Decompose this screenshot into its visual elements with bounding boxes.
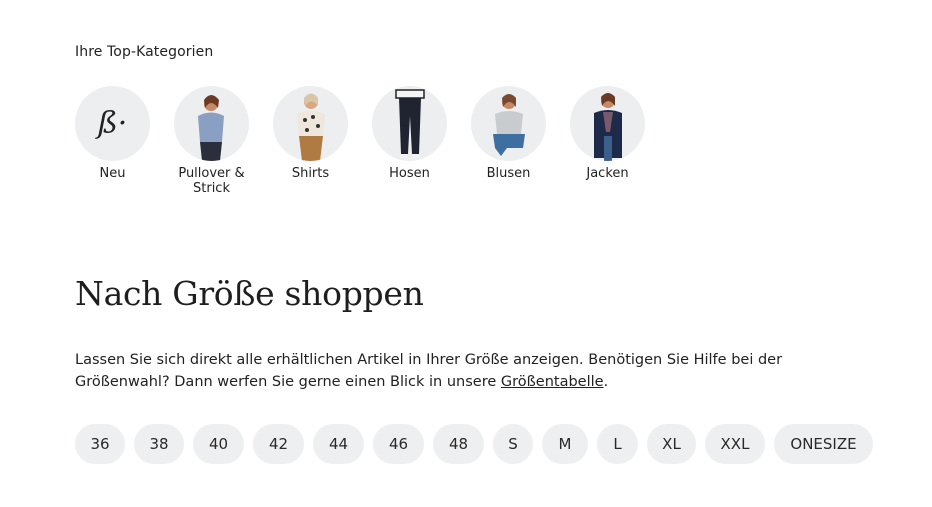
- category-label: Pullover & Strick: [178, 166, 245, 196]
- category-shirts[interactable]: Shirts: [273, 86, 348, 196]
- hosen-image: [372, 86, 447, 161]
- description-text: Lassen Sie sich direkt alle erhältlichen…: [75, 352, 783, 390]
- shirts-image: [273, 86, 348, 161]
- size-button-s[interactable]: S: [493, 424, 533, 464]
- size-button-l[interactable]: L: [597, 424, 638, 464]
- size-button-48[interactable]: 48: [433, 424, 484, 464]
- size-button-m[interactable]: M: [542, 424, 588, 464]
- size-button-40[interactable]: 40: [193, 424, 244, 464]
- size-button-38[interactable]: 38: [134, 424, 184, 464]
- category-label: Shirts: [291, 166, 330, 181]
- size-section-title: Nach Größe shoppen: [75, 274, 424, 313]
- size-button-xxl[interactable]: XXL: [705, 424, 765, 464]
- size-button-36[interactable]: 36: [75, 424, 125, 464]
- size-button-onesize[interactable]: ONESIZE: [774, 424, 873, 464]
- jacken-image: [570, 86, 645, 161]
- category-label: Neu: [99, 166, 126, 181]
- top-categories-list: ß· Neu Pullover & Strick Shirts Hosen Bl…: [75, 86, 669, 196]
- brand-logo-icon: ß·: [75, 86, 150, 161]
- description-end: .: [603, 374, 609, 390]
- size-filter-list: 36 38 40 42 44 46 48 S M L XL XXL ONESIZ…: [75, 424, 873, 464]
- size-button-46[interactable]: 46: [373, 424, 424, 464]
- size-button-42[interactable]: 42: [253, 424, 304, 464]
- category-pullover[interactable]: Pullover & Strick: [174, 86, 249, 196]
- category-label: Hosen: [389, 166, 430, 181]
- size-button-44[interactable]: 44: [313, 424, 364, 464]
- size-table-link[interactable]: Größentabelle: [501, 374, 604, 390]
- top-categories-title: Ihre Top-Kategorien: [75, 44, 214, 60]
- pullover-image: [174, 86, 249, 161]
- blusen-image: [471, 86, 546, 161]
- size-section-description: Lassen Sie sich direkt alle erhältlichen…: [75, 349, 845, 393]
- category-jacken[interactable]: Jacken: [570, 86, 645, 196]
- brand-logo-letter: ß·: [97, 106, 128, 141]
- category-label: Blusen: [486, 166, 531, 181]
- category-neu[interactable]: ß· Neu: [75, 86, 150, 196]
- category-hosen[interactable]: Hosen: [372, 86, 447, 196]
- size-button-xl[interactable]: XL: [647, 424, 696, 464]
- category-blusen[interactable]: Blusen: [471, 86, 546, 196]
- category-label: Jacken: [586, 166, 629, 181]
